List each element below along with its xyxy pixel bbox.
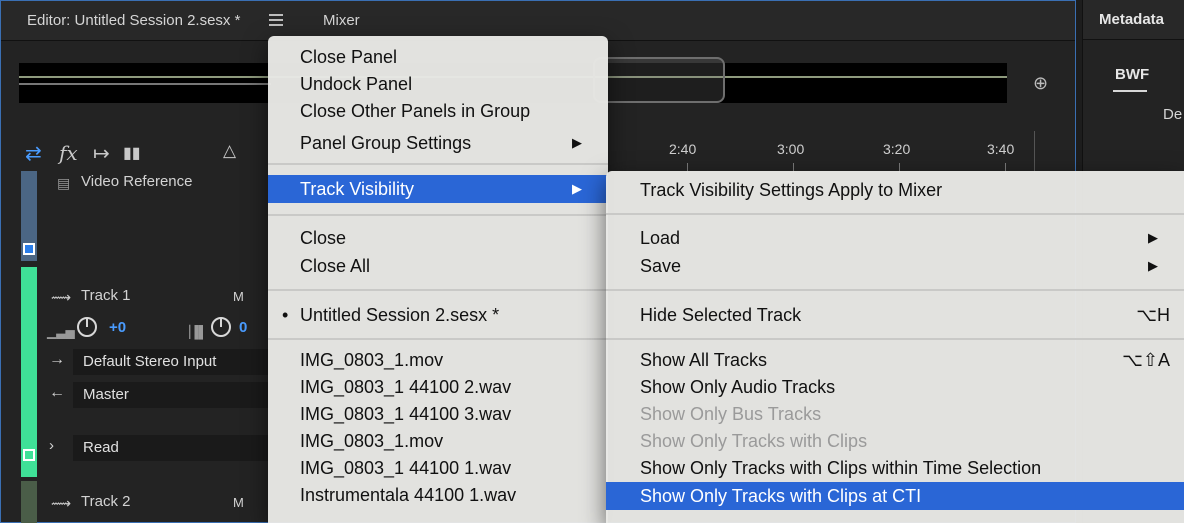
menu-separator [606, 213, 1184, 215]
track1-color-strip [21, 267, 37, 477]
metadata-field-label: De [1163, 106, 1183, 123]
tab-mixer[interactable]: Mixer [323, 12, 360, 29]
audio-track-icon: ⟿ [51, 495, 72, 511]
menu-item-file[interactable]: IMG_0803_1.mov [268, 428, 608, 454]
menu-item-close[interactable]: Close [268, 225, 608, 251]
menu-item-file[interactable]: IMG_0803_1 44100 2.wav [268, 374, 608, 400]
track2-name[interactable]: Track 2 [81, 493, 130, 510]
menu-separator [268, 338, 608, 340]
effects-icon[interactable]: fx [59, 141, 78, 165]
track-select-box[interactable] [23, 243, 35, 255]
track1-name[interactable]: Track 1 [81, 287, 130, 304]
zoom-icon[interactable]: ⊕ [1033, 73, 1048, 94]
video-reference-color-strip [21, 171, 37, 261]
input-arrow-icon: → [49, 351, 65, 368]
shortcut-label: ⌥H [1136, 305, 1170, 325]
menu-item-file[interactable]: IMG_0803_1.mov [268, 347, 608, 373]
menu-separator [606, 289, 1184, 291]
track1-pan-value[interactable]: 0 [239, 319, 247, 336]
editor-tab-bar: Editor: Untitled Session 2.sesx * Mixer [1, 1, 1075, 41]
film-icon: ▤ [57, 175, 71, 191]
track1-pan-knob[interactable] [211, 317, 231, 337]
track1-mute-button[interactable]: M [233, 289, 244, 304]
track1-volume-knob[interactable] [77, 317, 97, 337]
track-toolbar: ⇄ fx ↦ ▮▮ △ [1, 139, 269, 169]
menu-item-save[interactable]: Save ▶ [606, 253, 1184, 279]
submenu-arrow-icon: ▶ [1148, 230, 1158, 245]
menu-separator [268, 214, 608, 216]
inputs-outputs-icon[interactable]: ⇄ [25, 141, 42, 166]
menu-item-show-bus-tracks: Show Only Bus Tracks [640, 404, 822, 424]
ruler-label: 3:40 [987, 141, 1015, 157]
volume-icon: ▁▃▅ [47, 325, 75, 339]
track1-output-select[interactable]: Master [73, 382, 269, 408]
audio-track-icon: ⟿ [51, 289, 72, 305]
menu-item-apply-to-mixer[interactable]: Track Visibility Settings Apply to Mixer [606, 177, 1184, 203]
track1-volume-value[interactable]: +0 [109, 319, 126, 336]
track1-input-select[interactable]: Default Stereo Input [73, 349, 269, 375]
metronome-icon[interactable]: △ [223, 141, 236, 161]
menu-item-load[interactable]: Load ▶ [606, 225, 1184, 251]
menu-item-panel-group-settings[interactable]: Panel Group Settings ▶ [268, 130, 608, 156]
menu-item-file[interactable]: Instrumentala 44100 1.wav [268, 482, 608, 508]
overview-track-line [19, 83, 271, 85]
track2-mute-button[interactable]: M [233, 495, 244, 510]
submenu-arrow-icon: ▶ [1148, 258, 1158, 273]
eq-icon[interactable]: ▮▮ [123, 143, 141, 163]
menu-item-close-all[interactable]: Close All [268, 253, 608, 279]
overview-scroll-thumb[interactable] [593, 57, 725, 103]
menu-item-file[interactable]: IMG_0803_1 44100 3.wav [268, 401, 608, 427]
tab-bwf[interactable]: BWF [1115, 66, 1149, 83]
menu-separator [268, 163, 608, 165]
menu-item-track-visibility[interactable]: Track Visibility ▶ [268, 175, 608, 203]
sends-icon[interactable]: ↦ [93, 141, 110, 166]
menu-item-close-other-panels[interactable]: Close Other Panels in Group [268, 98, 608, 124]
track2-color-strip [21, 481, 37, 523]
menu-item-show-tracks-with-clips: Show Only Tracks with Clips [640, 431, 868, 451]
output-arrow-icon: ← [49, 384, 65, 401]
menu-item-file[interactable]: IMG_0803_1 44100 1.wav [268, 455, 608, 481]
current-item-bullet-icon: • [282, 305, 289, 325]
panel-menu-icon[interactable] [269, 14, 283, 26]
menu-item-show-all-tracks[interactable]: Show All Tracks ⌥⇧A [606, 347, 1184, 373]
menu-item-show-clips-at-cti[interactable]: Show Only Tracks with Clips at CTI [606, 482, 1184, 510]
track1-automation-select[interactable]: Read [73, 435, 269, 461]
track-select-box[interactable] [23, 449, 35, 461]
menu-item-show-audio-tracks[interactable]: Show Only Audio Tracks [606, 374, 1184, 400]
pan-icon: ▕▐▌ [181, 325, 208, 339]
menu-item-hide-selected-track[interactable]: Hide Selected Track ⌥H [606, 302, 1184, 328]
automation-expand-icon[interactable]: › [49, 437, 54, 454]
submenu-arrow-icon: ▶ [572, 135, 582, 150]
menu-item-show-clips-in-selection[interactable]: Show Only Tracks with Clips within Time … [606, 455, 1184, 481]
ruler-label: 3:20 [883, 141, 911, 157]
metadata-tab-bar: Metadata [1083, 0, 1184, 40]
ruler-label: 3:00 [777, 141, 805, 157]
menu-separator [268, 289, 608, 291]
menu-item-undock-panel[interactable]: Undock Panel [268, 71, 608, 97]
video-reference-label: Video Reference [81, 173, 193, 190]
panel-context-menu: Close Panel Undock Panel Close Other Pan… [268, 36, 608, 523]
active-tab-underline [1113, 90, 1147, 92]
tab-metadata[interactable]: Metadata [1099, 11, 1164, 28]
menu-separator [606, 338, 1184, 340]
track-visibility-submenu: Track Visibility Settings Apply to Mixer… [606, 171, 1184, 523]
ruler-label: 2:40 [669, 141, 697, 157]
submenu-arrow-icon: ▶ [572, 181, 582, 196]
shortcut-label: ⌥⇧A [1122, 350, 1170, 370]
menu-item-close-panel[interactable]: Close Panel [268, 44, 608, 70]
tab-editor[interactable]: Editor: Untitled Session 2.sesx * [27, 12, 240, 29]
menu-item-session[interactable]: • Untitled Session 2.sesx * [268, 302, 608, 328]
